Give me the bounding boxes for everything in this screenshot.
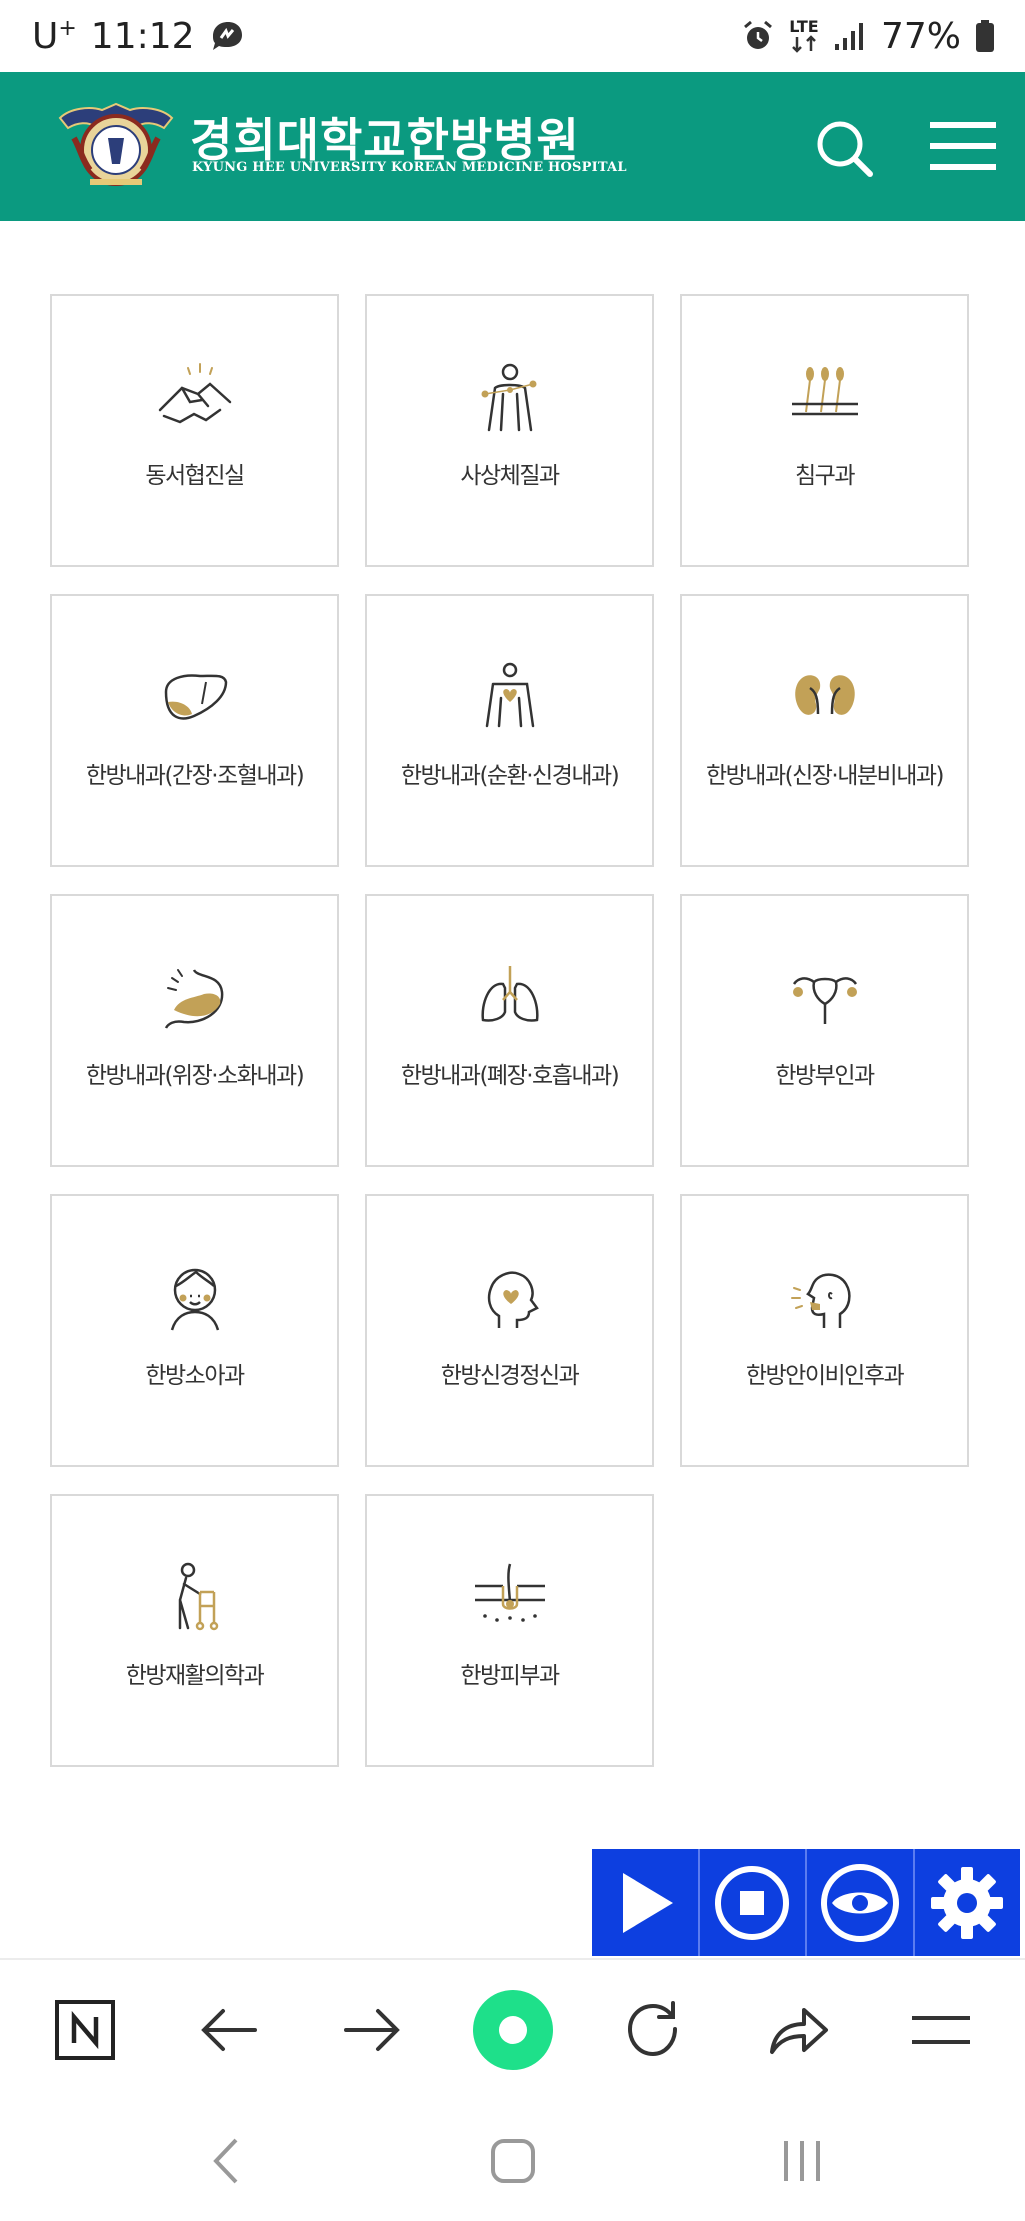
eye-icon <box>820 1863 899 1942</box>
naver-n-icon <box>55 2000 115 2060</box>
department-label: 한방내과(간장·조혈내과) <box>85 763 305 789</box>
nav-back-button[interactable] <box>186 2128 266 2194</box>
department-card[interactable]: 한방내과(폐장·호흡내과) <box>365 894 654 1167</box>
battery-percent: 77% <box>880 15 961 57</box>
play-icon <box>622 1872 673 1933</box>
browser-menu-button[interactable] <box>893 1982 989 2078</box>
department-card[interactable]: 침구과 <box>680 294 969 567</box>
uterus-icon <box>792 977 857 1024</box>
tts-view-button[interactable] <box>807 1849 915 1956</box>
department-label: 한방재활의학과 <box>125 1663 265 1689</box>
chevron-left-icon <box>213 2138 238 2184</box>
child-face-icon <box>170 1268 219 1331</box>
tts-settings-button[interactable] <box>915 1849 1021 1956</box>
hamburger-menu-icon[interactable] <box>928 120 998 172</box>
share-icon <box>770 2008 828 2054</box>
department-label: 사상체질과 <box>460 463 560 489</box>
lungs-icon <box>480 966 539 1022</box>
system-nav-bar <box>0 2098 1025 2221</box>
hospital-emblem-logo[interactable] <box>50 98 182 194</box>
body-meridian-icon <box>481 363 536 432</box>
department-label: 한방내과(신장·내분비내과) <box>705 763 945 789</box>
department-card[interactable]: 한방재활의학과 <box>50 1494 339 1767</box>
browser-toolbar <box>0 1958 1025 2098</box>
department-card[interactable]: 한방내과(신장·내분비내과) <box>680 594 969 867</box>
department-card[interactable]: 동서협진실 <box>50 294 339 567</box>
status-time: 11:12 <box>90 15 195 57</box>
department-card[interactable]: 사상체질과 <box>365 294 654 567</box>
naver-home-button[interactable] <box>37 1982 133 2078</box>
gear-icon <box>931 1866 1004 1939</box>
tts-play-button[interactable] <box>592 1849 700 1956</box>
lte-indicator: LTE <box>789 19 819 53</box>
department-card[interactable]: 한방내과(간장·조혈내과) <box>50 594 339 867</box>
hospital-name-english: KYUNG HEE UNIVERSITY KOREAN MEDICINE HOS… <box>192 160 627 175</box>
skin-hair-icon <box>474 1563 545 1622</box>
department-label: 한방내과(순환·신경내과) <box>400 763 620 789</box>
forward-arrow-icon <box>344 2009 400 2051</box>
tts-stop-button[interactable] <box>700 1849 807 1956</box>
menu-lines-icon <box>912 2016 970 2044</box>
tts-toolbar <box>592 1849 1020 1956</box>
head-heart-icon <box>487 1271 539 1328</box>
kidney-icon <box>794 675 855 715</box>
message-bubble-icon <box>212 22 242 50</box>
refresh-button[interactable] <box>606 1982 702 2078</box>
department-label: 한방안이비인후과 <box>745 1363 905 1389</box>
battery-icon <box>976 20 994 52</box>
acupuncture-needles-icon <box>791 367 858 416</box>
home-square-icon <box>491 2139 535 2183</box>
back-arrow-icon <box>201 2009 257 2051</box>
department-card[interactable]: 한방안이비인후과 <box>680 1194 969 1467</box>
department-label: 한방부인과 <box>775 1063 875 1089</box>
stop-icon <box>715 1865 790 1940</box>
department-card[interactable]: 한방내과(순환·신경내과) <box>365 594 654 867</box>
department-card[interactable]: 한방소아과 <box>50 1194 339 1467</box>
department-card[interactable]: 한방신경정신과 <box>365 1194 654 1467</box>
department-label: 한방내과(폐장·호흡내과) <box>400 1063 620 1089</box>
search-icon[interactable] <box>814 118 874 178</box>
green-dot-icon <box>473 1990 553 2070</box>
refresh-icon <box>627 2001 677 2057</box>
head-profile-icon <box>790 1273 851 1328</box>
department-label: 한방피부과 <box>460 1663 560 1689</box>
department-label: 침구과 <box>795 463 855 489</box>
back-button[interactable] <box>181 1982 277 2078</box>
stomach-icon <box>164 969 223 1029</box>
department-label: 동서협진실 <box>145 463 245 489</box>
department-card[interactable]: 한방내과(위장·소화내과) <box>50 894 339 1167</box>
status-bar: U+ 11:12 LTE 77% <box>0 0 1025 72</box>
heart-torso-icon <box>485 662 534 728</box>
signal-icon <box>834 23 863 50</box>
department-label: 한방신경정신과 <box>440 1363 580 1389</box>
share-button[interactable] <box>750 1982 846 2078</box>
nav-recents-button[interactable] <box>762 2128 842 2194</box>
department-card[interactable]: 한방부인과 <box>680 894 969 1167</box>
department-label: 한방내과(위장·소화내과) <box>85 1063 305 1089</box>
green-dot-button[interactable] <box>465 1982 561 2078</box>
department-card[interactable]: 한방피부과 <box>365 1494 654 1767</box>
alarm-icon <box>744 20 772 49</box>
handshake-icon <box>158 363 231 424</box>
nav-home-button[interactable] <box>473 2128 553 2194</box>
forward-button[interactable] <box>324 1982 420 2078</box>
carrier-label: U+ <box>32 15 77 57</box>
recents-icon <box>784 2141 820 2181</box>
department-label: 한방소아과 <box>145 1363 245 1389</box>
liver-icon <box>164 674 227 720</box>
walker-icon <box>178 1562 218 1631</box>
